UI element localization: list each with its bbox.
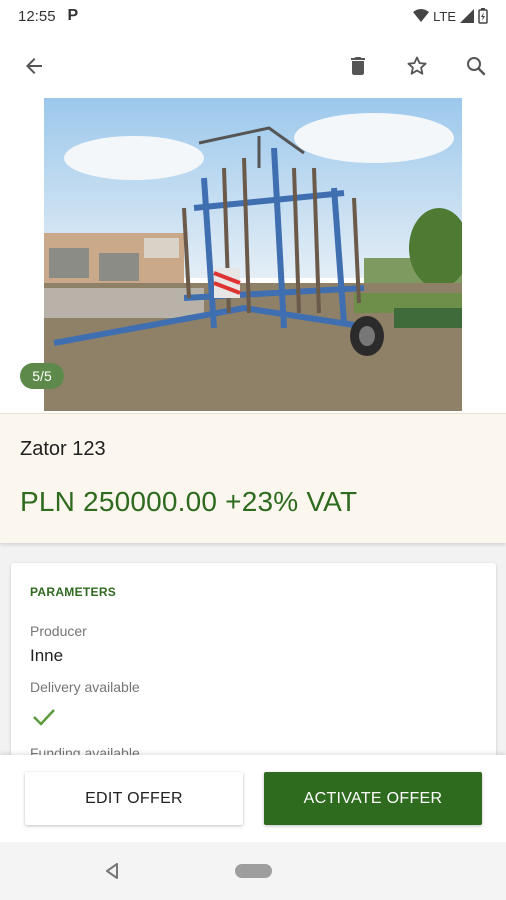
status-time: 12:55: [18, 7, 56, 25]
edit-offer-button[interactable]: EDIT OFFER: [25, 772, 243, 825]
arrow-back-icon: [26, 58, 42, 74]
checkmark-icon: [33, 709, 55, 726]
delivery-label: Delivery available: [30, 679, 140, 695]
nav-back-icon[interactable]: [104, 862, 120, 880]
parking-app-icon: P: [67, 7, 79, 24]
offer-header: Zator 123 PLN 250000.00 +23% VAT: [0, 413, 506, 543]
star-outline-icon: [407, 56, 427, 75]
photo-counter-badge: 5/5: [20, 363, 64, 389]
search-icon: [467, 57, 486, 76]
back-button[interactable]: [16, 48, 52, 84]
cultivator-machine-image: [44, 98, 462, 411]
photo-gallery[interactable]: 5/5: [0, 98, 506, 413]
nav-home-pill[interactable]: [235, 864, 272, 878]
status-bar: 12:55 P LTE: [0, 0, 506, 32]
producer-value: Inne: [30, 646, 64, 665]
action-bar: EDIT OFFER ACTIVATE OFFER: [0, 755, 506, 842]
producer-label: Producer: [30, 623, 87, 639]
wifi-icon: [413, 9, 430, 22]
system-nav-bar: [0, 842, 506, 900]
offer-photo[interactable]: [44, 98, 462, 411]
status-right: LTE: [413, 8, 488, 24]
favorite-button[interactable]: [399, 48, 435, 84]
offer-title: Zator 123: [20, 438, 106, 460]
signal-icon: [460, 9, 474, 23]
app-bar: [0, 32, 506, 98]
status-left: 12:55 P: [18, 7, 78, 25]
trash-icon: [351, 57, 365, 75]
parameters-heading: PARAMETERS: [30, 585, 117, 599]
search-button[interactable]: [458, 48, 494, 84]
battery-icon: [478, 8, 488, 24]
activate-offer-button[interactable]: ACTIVATE OFFER: [264, 772, 482, 825]
delete-button[interactable]: [340, 48, 376, 84]
network-type: LTE: [433, 8, 456, 24]
offer-price: PLN 250000.00 +23% VAT: [20, 486, 358, 517]
